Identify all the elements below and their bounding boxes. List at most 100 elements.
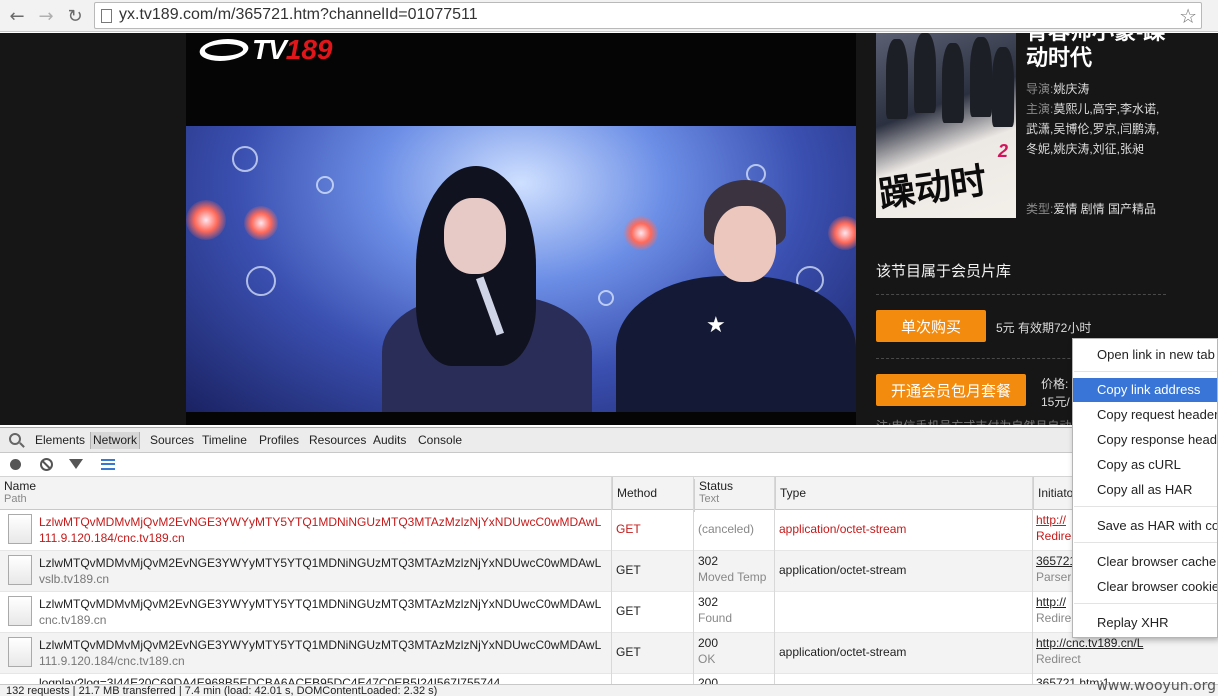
clear-icon[interactable] [40,458,53,471]
menu-open-link-new-tab[interactable]: Open link in new tab [1073,343,1217,367]
menu-copy-link-address[interactable]: Copy link address [1073,378,1217,402]
menu-copy-request-headers[interactable]: Copy request headers [1073,403,1217,427]
genre-label: 类型: [1026,202,1054,216]
request-name[interactable]: LzlwMTQvMDMvMjQvM2EvNGE3YWYyMTY5YTQ1MDNi… [39,638,604,652]
logo-number: 189 [285,34,333,65]
tab-audits[interactable]: Audits [373,433,406,447]
subscribe-button[interactable]: 开通会员包月套餐 [876,374,1026,406]
file-icon [8,637,32,667]
site-logo: TV 189 [195,33,333,67]
divider [876,294,1166,295]
column-status-label: Status [699,479,734,493]
request-name[interactable]: LzlwMTQvMDMvMjQvM2EvNGE3YWYyMTY5YTQ1MDNi… [39,556,604,570]
request-name[interactable]: LzlwMTQvMDMvMjQvM2EvNGE3YWYyMTY5YTQ1MDNi… [39,515,604,529]
request-initiator-type: Redire [1036,529,1072,543]
poster-title: 躁动时代 [876,159,990,217]
poster-figure [970,37,992,117]
devtools-panel: Elements Network Sources Timeline Profil… [0,427,1218,696]
buy-once-button[interactable]: 单次购买 [876,310,986,342]
poster-figure [914,33,936,113]
poster-figure [992,47,1014,127]
logo-text: TV [252,34,287,65]
genre-value[interactable]: 爱情 剧情 国产精品 [1053,202,1156,216]
show-title: 青春师小豪-躁动时代 [1026,33,1165,70]
record-icon[interactable] [10,459,21,470]
column-divider[interactable] [611,477,612,690]
menu-copy-response-headers[interactable]: Copy response headers [1073,428,1217,452]
tab-profiles[interactable]: Profiles [259,433,299,447]
star-icon[interactable]: ☆ [1179,4,1197,28]
column-status[interactable]: Status Text [694,479,775,512]
network-controls [0,453,1218,477]
menu-copy-all-as-har[interactable]: Copy all as HAR [1073,478,1217,502]
request-path: 111.9.120.184/cnc.tv189.cn [39,654,185,668]
tab-network[interactable]: Network [90,432,141,449]
tab-timeline[interactable]: Timeline [202,433,247,447]
payment-note: 注:电信手机号方式支付为自然月自动 [876,417,1071,425]
star-icon: ★ [706,312,726,337]
director-value[interactable]: 姚庆涛 [1053,82,1089,96]
request-method: GET [616,645,641,659]
column-name-label: Name [4,479,37,493]
address-bar[interactable]: yx.tv189.com/m/365721.htm?channelId=0107… [94,2,1202,29]
tab-resources[interactable]: Resources [309,433,366,447]
stage-light [186,200,226,240]
table-row[interactable]: LzlwMTQvMDMvMjQvM2EvNGE3YWYyMTY5YTQ1MDNi… [0,592,1218,633]
network-summary: 132 requests | 21.7 MB transferred | 7.4… [0,684,1218,696]
tab-console[interactable]: Console [418,433,462,447]
buy-once-price: 5元 有效期72小时 [996,321,1092,335]
column-name[interactable]: Name Path [0,479,612,512]
bubble [598,290,614,306]
column-divider[interactable] [774,477,775,690]
request-initiator[interactable]: http:// [1036,513,1066,527]
reload-icon: ↻ [67,5,83,27]
show-poster[interactable]: 2 躁动时代 [876,33,1016,218]
request-type: application/octet-stream [779,645,907,659]
request-initiator[interactable]: 365721 [1036,554,1076,568]
menu-replay-xhr[interactable]: Replay XHR [1073,611,1217,635]
request-status: 302 [698,554,719,568]
genre-line: 类型:爱情 剧情 国产精品 [1026,199,1166,219]
logo-mark-icon [195,39,253,61]
dancer-body [616,276,856,412]
filter-icon[interactable] [69,459,83,469]
request-initiator-type: Parser [1036,570,1072,584]
dancer-face [714,206,776,282]
tab-sources[interactable]: Sources [150,433,194,447]
tab-elements[interactable]: Elements [35,433,85,447]
menu-copy-as-curl[interactable]: Copy as cURL [1073,453,1217,477]
request-initiator[interactable]: http:// [1036,595,1066,609]
menu-save-as-har[interactable]: Save as HAR with content [1073,514,1217,538]
column-method[interactable]: Method [612,477,694,510]
menu-clear-browser-cache[interactable]: Clear browser cache [1073,550,1217,574]
table-row[interactable]: LzlwMTQvMDMvMjQvM2EvNGE3YWYyMTY5YTQ1MDNi… [0,551,1218,592]
request-status-text: Moved Temp [698,570,767,584]
bubble [232,146,258,172]
search-icon[interactable] [9,433,21,445]
file-icon [8,514,32,544]
singer-face [444,198,506,274]
table-row[interactable]: LzlwMTQvMDMvMjQvM2EvNGE3YWYyMTY5YTQ1MDNi… [0,510,1218,551]
menu-separator [1074,603,1217,604]
video-frame[interactable]: ★ [186,126,856,412]
menu-clear-browser-cookies[interactable]: Clear browser cookies [1073,575,1217,599]
price-value: 15元/ [1041,395,1070,409]
column-path-label: Path [4,493,27,505]
column-type[interactable]: Type [775,477,1033,510]
table-row[interactable]: LzlwMTQvMDMvMjQvM2EvNGE3YWYyMTY5YTQ1MDNi… [0,633,1218,674]
request-type: application/octet-stream [779,522,907,536]
back-button[interactable]: ← [5,4,29,28]
request-status-text: (canceled) [698,522,755,536]
request-name[interactable]: LzlwMTQvMDMvMjQvM2EvNGE3YWYyMTY5YTQ1MDNi… [39,597,604,611]
forward-button[interactable]: → [34,4,58,28]
request-method: GET [616,522,641,536]
request-initiator-type: Redire [1036,611,1072,625]
arrow-right-icon: → [38,5,54,27]
list-view-icon[interactable] [101,459,115,470]
reload-button[interactable]: ↻ [63,4,87,28]
address-url[interactable]: yx.tv189.com/m/365721.htm?channelId=0107… [119,6,478,24]
request-initiator[interactable]: http://cnc.tv189.cn/L [1036,636,1166,650]
column-divider[interactable] [1032,477,1033,690]
column-divider[interactable] [693,477,694,690]
request-status-text: Found [698,611,733,625]
